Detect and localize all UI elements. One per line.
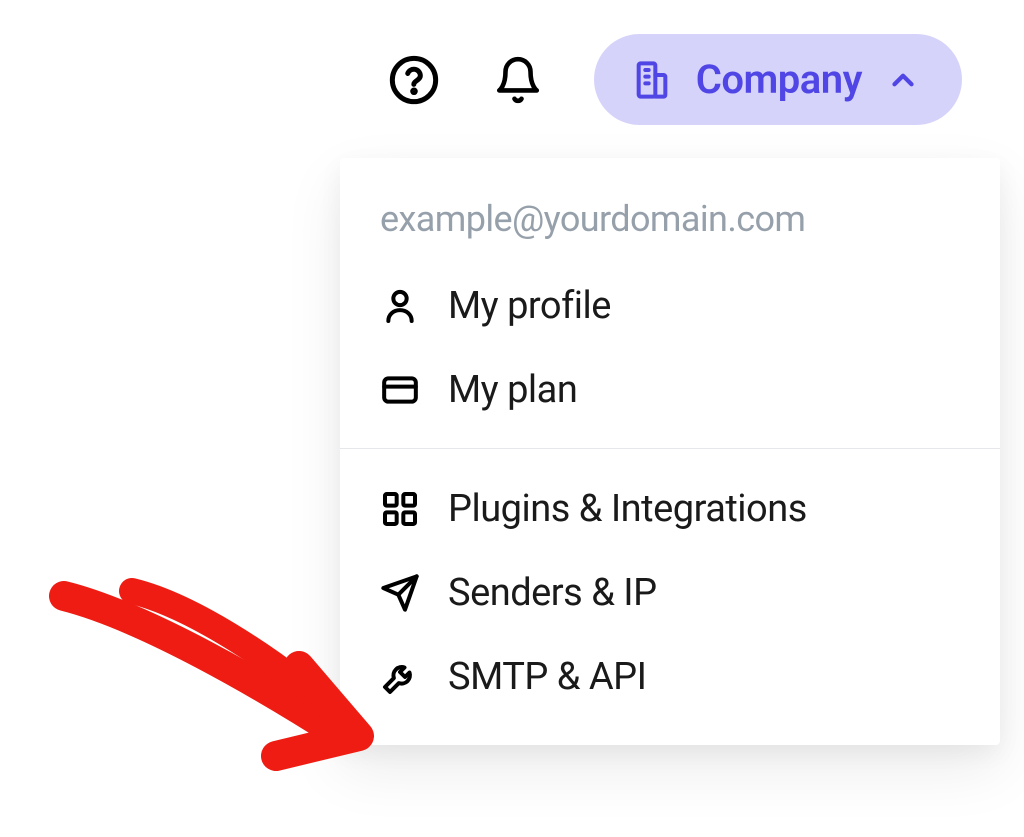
menu-smtp-api[interactable]: SMTP & API (340, 635, 1000, 719)
chevron-up-icon (886, 63, 920, 97)
bell-icon (493, 55, 543, 105)
menu-item-label: My profile (448, 284, 611, 328)
menu-item-label: My plan (448, 368, 577, 412)
menu-my-plan[interactable]: My plan (340, 348, 1000, 432)
card-icon (380, 370, 420, 410)
menu-my-profile[interactable]: My profile (340, 264, 1000, 348)
company-label: Company (696, 56, 862, 103)
help-button[interactable] (386, 52, 442, 108)
menu-item-label: SMTP & API (448, 655, 646, 699)
company-dropdown-toggle[interactable]: Company (594, 34, 962, 125)
topbar: Company (386, 34, 962, 125)
menu-plugins-integrations[interactable]: Plugins & Integrations (340, 467, 1000, 551)
account-email: example@yourdomain.com (340, 184, 1000, 264)
building-icon (632, 60, 672, 100)
company-dropdown-panel: example@yourdomain.com My profile My pla… (340, 158, 1000, 745)
menu-item-label: Plugins & Integrations (448, 487, 807, 531)
help-icon (388, 54, 440, 106)
menu-divider (340, 448, 1000, 449)
wrench-icon (380, 657, 420, 697)
notifications-button[interactable] (490, 52, 546, 108)
annotation-arrow (44, 566, 374, 786)
user-icon (380, 286, 420, 326)
menu-senders-ip[interactable]: Senders & IP (340, 551, 1000, 635)
send-icon (380, 573, 420, 613)
grid-icon (380, 489, 420, 529)
menu-item-label: Senders & IP (448, 571, 657, 615)
